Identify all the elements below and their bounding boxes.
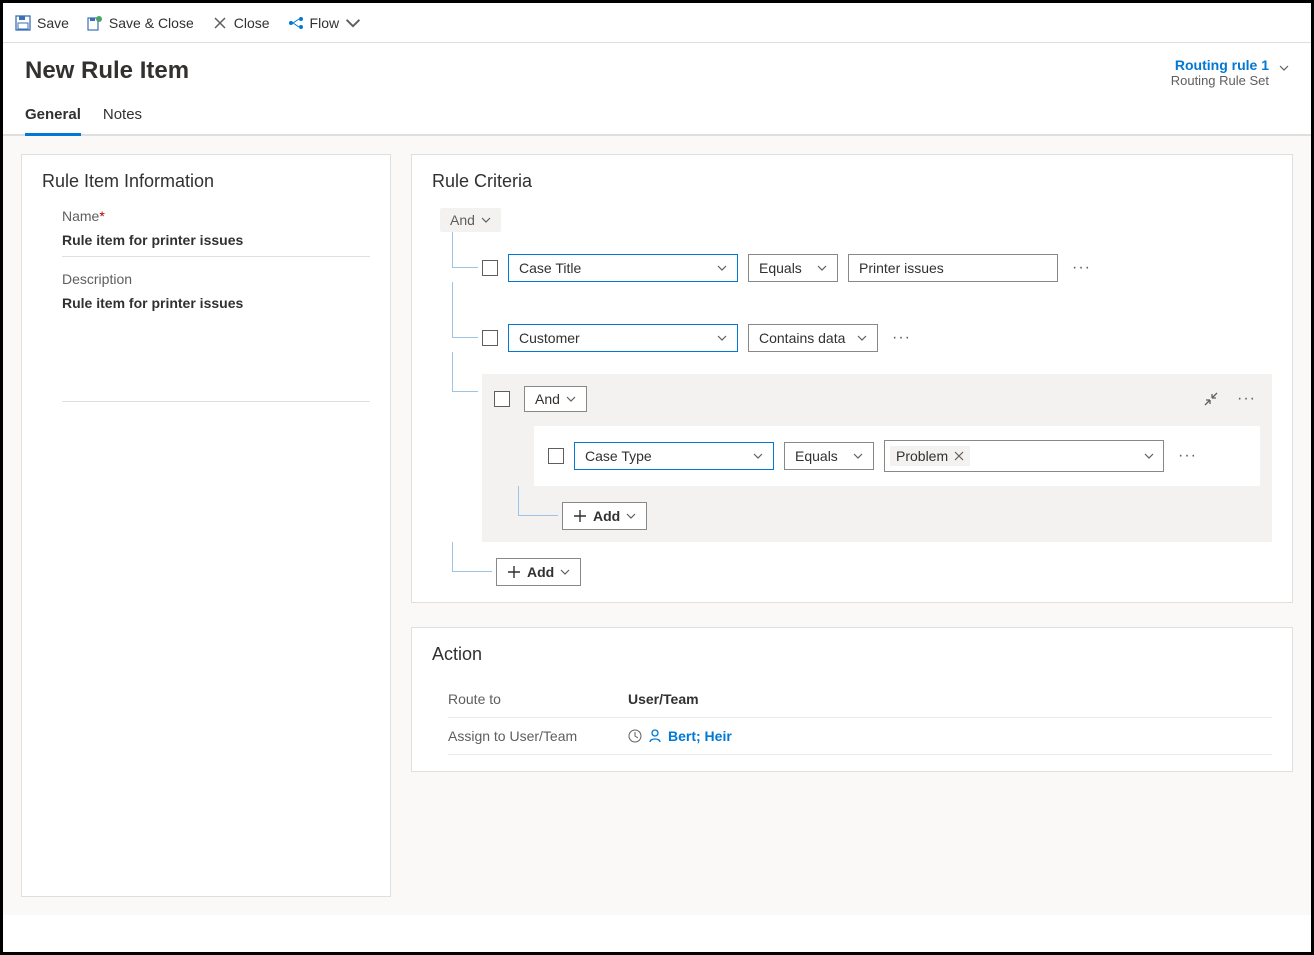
value-input[interactable]: Printer issues — [848, 254, 1058, 282]
group-operator-and[interactable]: And — [440, 208, 501, 232]
chevron-down-icon — [566, 394, 576, 404]
group-checkbox[interactable] — [494, 391, 510, 407]
operator-select[interactable]: Equals — [784, 442, 874, 470]
name-label: Name* — [62, 208, 370, 224]
name-field[interactable]: Rule item for printer issues — [62, 228, 370, 257]
assign-to-value[interactable]: Bert; Heir — [648, 728, 732, 744]
add-condition-button[interactable]: Add — [562, 502, 647, 530]
row-more-button[interactable]: ··· — [1174, 447, 1201, 465]
chevron-down-icon — [853, 451, 863, 461]
row-more-button[interactable]: ··· — [888, 329, 915, 347]
close-icon — [212, 15, 228, 31]
chevron-down-icon — [560, 567, 570, 577]
condition-row: Case Type Equals Problem — [548, 440, 1246, 472]
chevron-down-icon — [1144, 451, 1154, 461]
info-section-title: Rule Item Information — [42, 171, 370, 192]
flow-button[interactable]: Flow — [288, 15, 362, 31]
tab-notes[interactable]: Notes — [103, 106, 142, 134]
recent-icon — [628, 729, 642, 743]
row-checkbox[interactable] — [548, 448, 564, 464]
field-select[interactable]: Case Type — [574, 442, 774, 470]
person-icon — [648, 729, 662, 743]
save-close-label: Save & Close — [109, 15, 194, 31]
collapse-icon[interactable] — [1203, 391, 1219, 407]
chevron-down-icon — [345, 15, 361, 31]
criteria-section-title: Rule Criteria — [432, 171, 1272, 192]
lookup-tag: Problem — [890, 446, 970, 466]
close-button[interactable]: Close — [212, 15, 270, 31]
rule-criteria-card: Rule Criteria And Case Title Equals — [411, 154, 1293, 603]
condition-row: Customer Contains data ··· — [482, 324, 1272, 352]
flow-icon — [288, 15, 304, 31]
row-checkbox[interactable] — [482, 330, 498, 346]
remove-tag-icon[interactable] — [954, 451, 964, 461]
page-title: New Rule Item — [25, 57, 189, 85]
action-card: Action Route to User/Team Assign to User… — [411, 627, 1293, 772]
assign-to-label: Assign to User/Team — [448, 728, 628, 744]
condition-row: Case Title Equals Printer issues ··· — [482, 254, 1272, 282]
chevron-down-icon — [626, 511, 636, 521]
close-label: Close — [234, 15, 270, 31]
chevron-down-icon — [753, 451, 763, 461]
operator-select[interactable]: Contains data — [748, 324, 878, 352]
action-section-title: Action — [432, 644, 1272, 665]
add-condition-button[interactable]: Add — [496, 558, 581, 586]
value-lookup[interactable]: Problem — [884, 440, 1164, 472]
row-more-button[interactable]: ··· — [1068, 259, 1095, 277]
route-to-label: Route to — [448, 691, 628, 707]
group-more-button[interactable]: ··· — [1233, 390, 1260, 408]
parent-rule-link[interactable]: Routing rule 1 — [1171, 57, 1269, 73]
save-label: Save — [37, 15, 69, 31]
row-checkbox[interactable] — [482, 260, 498, 276]
description-field[interactable]: Rule item for printer issues — [62, 291, 370, 402]
rule-item-info-card: Rule Item Information Name* Rule item fo… — [21, 154, 391, 897]
save-button[interactable]: Save — [15, 15, 69, 31]
chevron-down-icon — [857, 333, 867, 343]
plus-icon — [507, 565, 521, 579]
flow-label: Flow — [310, 15, 340, 31]
command-bar: Save Save & Close Close Flow — [3, 3, 1311, 43]
page-header: New Rule Item Routing rule 1 Routing Rul… — [3, 43, 1311, 88]
chevron-down-icon — [817, 263, 827, 273]
save-icon — [15, 15, 31, 31]
tabs: General Notes — [3, 88, 1311, 136]
chevron-down-icon — [481, 215, 491, 225]
plus-icon — [573, 509, 587, 523]
chevron-down-icon — [717, 263, 727, 273]
parent-rule-sublabel: Routing Rule Set — [1171, 73, 1269, 88]
route-to-value[interactable]: User/Team — [628, 691, 699, 707]
group-operator-and[interactable]: And — [524, 386, 587, 412]
description-label: Description — [62, 271, 370, 287]
save-close-icon — [87, 15, 103, 31]
chevron-down-icon — [717, 333, 727, 343]
field-select[interactable]: Customer — [508, 324, 738, 352]
tab-general[interactable]: General — [25, 106, 81, 136]
operator-select[interactable]: Equals — [748, 254, 838, 282]
chevron-down-icon[interactable] — [1279, 63, 1289, 73]
save-close-button[interactable]: Save & Close — [87, 15, 194, 31]
nested-group: And ··· Case Type — [482, 374, 1272, 542]
field-select[interactable]: Case Title — [508, 254, 738, 282]
